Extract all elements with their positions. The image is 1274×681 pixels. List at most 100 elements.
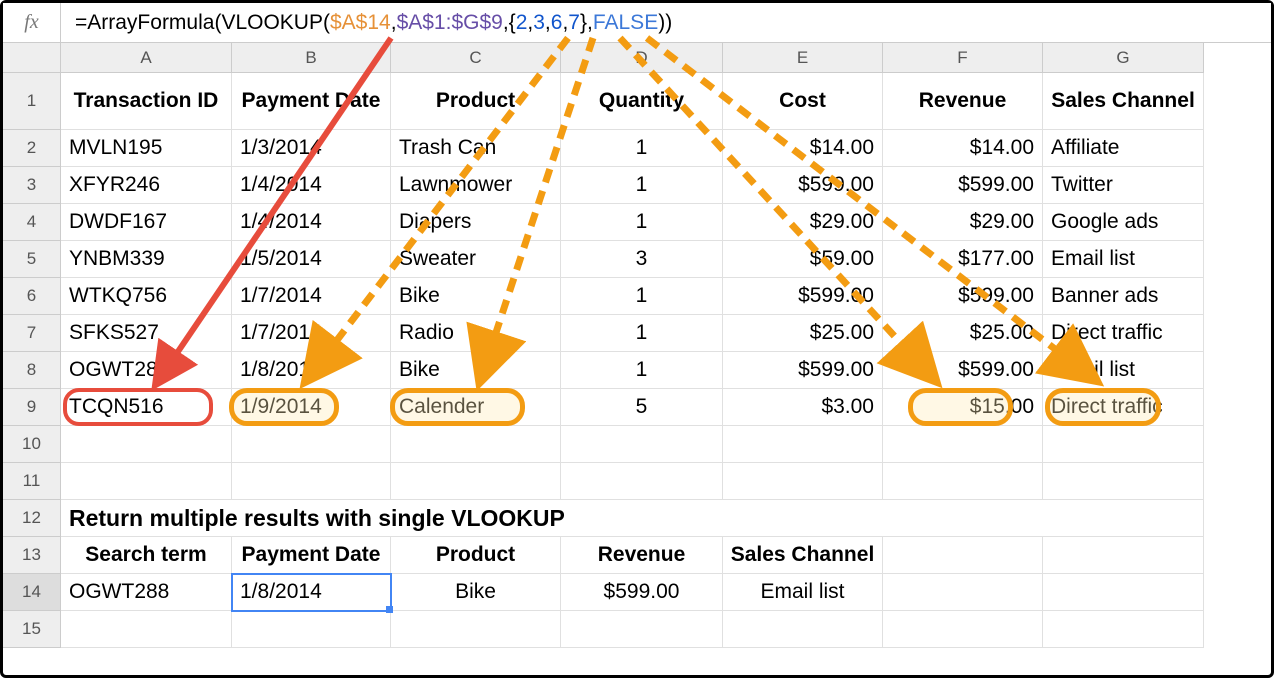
col-head-G[interactable]: G — [1043, 43, 1204, 73]
header-revenue[interactable]: Revenue — [883, 73, 1043, 130]
row-head-3[interactable]: 3 — [3, 167, 61, 204]
cell-F7[interactable]: $25.00 — [883, 315, 1043, 352]
cell-B14-active[interactable]: 1/8/2014 — [232, 574, 391, 611]
row-head-14[interactable]: 14 — [3, 574, 61, 611]
cell-B2[interactable]: 1/3/2014 — [232, 130, 391, 167]
cell-C5[interactable]: Sweater — [391, 241, 561, 278]
row-head-2[interactable]: 2 — [3, 130, 61, 167]
result-header-product[interactable]: Product — [391, 537, 561, 574]
col-head-A[interactable]: A — [61, 43, 232, 73]
cell-D14[interactable]: $599.00 — [561, 574, 723, 611]
cell-F2[interactable]: $14.00 — [883, 130, 1043, 167]
cell-B7[interactable]: 1/7/2014 — [232, 315, 391, 352]
header-payment-date[interactable]: Payment Date — [232, 73, 391, 130]
row-head-13[interactable]: 13 — [3, 537, 61, 574]
row-head-5[interactable]: 5 — [3, 241, 61, 278]
cell-D9[interactable]: 5 — [561, 389, 723, 426]
cell-G9[interactable]: Direct traffic — [1043, 389, 1204, 426]
col-head-D[interactable]: D — [561, 43, 723, 73]
cell-E4[interactable]: $29.00 — [723, 204, 883, 241]
formula-input[interactable]: =ArrayFormula(VLOOKUP($A$14,$A$1:$G$9,{2… — [61, 3, 1271, 42]
result-header-search-term[interactable]: Search term — [61, 537, 232, 574]
cell-C3[interactable]: Lawnmower — [391, 167, 561, 204]
cell-A7[interactable]: SFKS527 — [61, 315, 232, 352]
row-head-15[interactable]: 15 — [3, 611, 61, 648]
result-header-revenue[interactable]: Revenue — [561, 537, 723, 574]
cell-F6[interactable]: $599.00 — [883, 278, 1043, 315]
row-head-10[interactable]: 10 — [3, 426, 61, 463]
row-head-11[interactable]: 11 — [3, 463, 61, 500]
cell-A3[interactable]: XFYR246 — [61, 167, 232, 204]
cell-D5[interactable]: 3 — [561, 241, 723, 278]
header-sales-channel[interactable]: Sales Channel — [1043, 73, 1204, 130]
cell-A8[interactable]: OGWT288 — [61, 352, 232, 389]
cell-B3[interactable]: 1/4/2014 — [232, 167, 391, 204]
cell-G6[interactable]: Banner ads — [1043, 278, 1204, 315]
result-header-sales-channel[interactable]: Sales Channel — [723, 537, 883, 574]
cell-B5[interactable]: 1/5/2014 — [232, 241, 391, 278]
cell-G4[interactable]: Google ads — [1043, 204, 1204, 241]
col-head-B[interactable]: B — [232, 43, 391, 73]
cell-C2[interactable]: Trash Can — [391, 130, 561, 167]
cell-C7[interactable]: Radio — [391, 315, 561, 352]
cell-A6[interactable]: WTKQ756 — [61, 278, 232, 315]
cell-E9[interactable]: $3.00 — [723, 389, 883, 426]
cell-G3[interactable]: Twitter — [1043, 167, 1204, 204]
result-header-payment-date[interactable]: Payment Date — [232, 537, 391, 574]
cell-D6[interactable]: 1 — [561, 278, 723, 315]
header-product[interactable]: Product — [391, 73, 561, 130]
cell-B8[interactable]: 1/8/2014 — [232, 352, 391, 389]
cell-C14[interactable]: Bike — [391, 574, 561, 611]
cell-B6[interactable]: 1/7/2014 — [232, 278, 391, 315]
cell-A9[interactable]: TCQN516 — [61, 389, 232, 426]
cell-C8[interactable]: Bike — [391, 352, 561, 389]
fx-icon[interactable]: fx — [3, 3, 61, 42]
cell-E8[interactable]: $599.00 — [723, 352, 883, 389]
cell-D7[interactable]: 1 — [561, 315, 723, 352]
cell-C4[interactable]: Diapers — [391, 204, 561, 241]
cell-F4[interactable]: $29.00 — [883, 204, 1043, 241]
cell-A2[interactable]: MVLN195 — [61, 130, 232, 167]
row-head-8[interactable]: 8 — [3, 352, 61, 389]
row-head-4[interactable]: 4 — [3, 204, 61, 241]
cell-G7[interactable]: Direct traffic — [1043, 315, 1204, 352]
fill-handle[interactable] — [386, 606, 393, 613]
spreadsheet-grid[interactable]: A B C D E F G 1 Transaction ID Payment D… — [3, 43, 1271, 648]
cell-G5[interactable]: Email list — [1043, 241, 1204, 278]
col-head-E[interactable]: E — [723, 43, 883, 73]
row-head-1[interactable]: 1 — [3, 73, 61, 130]
cell-F3[interactable]: $599.00 — [883, 167, 1043, 204]
row-head-7[interactable]: 7 — [3, 315, 61, 352]
row-head-6[interactable]: 6 — [3, 278, 61, 315]
cell-A4[interactable]: DWDF167 — [61, 204, 232, 241]
cell-A10[interactable] — [61, 426, 232, 463]
cell-E14[interactable]: Email list — [723, 574, 883, 611]
header-quantity[interactable]: Quantity — [561, 73, 723, 130]
section-title[interactable]: Return multiple results with single VLOO… — [61, 500, 1204, 537]
cell-D3[interactable]: 1 — [561, 167, 723, 204]
cell-B9[interactable]: 1/9/2014 — [232, 389, 391, 426]
cell-F9[interactable]: $15.00 — [883, 389, 1043, 426]
row-head-9[interactable]: 9 — [3, 389, 61, 426]
cell-A14[interactable]: OGWT288 — [61, 574, 232, 611]
row-head-12[interactable]: 12 — [3, 500, 61, 537]
col-head-C[interactable]: C — [391, 43, 561, 73]
header-cost[interactable]: Cost — [723, 73, 883, 130]
cell-G2[interactable]: Affiliate — [1043, 130, 1204, 167]
cell-D4[interactable]: 1 — [561, 204, 723, 241]
cell-D8[interactable]: 1 — [561, 352, 723, 389]
col-head-F[interactable]: F — [883, 43, 1043, 73]
cell-E2[interactable]: $14.00 — [723, 130, 883, 167]
cell-E6[interactable]: $599.00 — [723, 278, 883, 315]
cell-F8[interactable]: $599.00 — [883, 352, 1043, 389]
cell-E5[interactable]: $59.00 — [723, 241, 883, 278]
cell-D2[interactable]: 1 — [561, 130, 723, 167]
cell-E3[interactable]: $599.00 — [723, 167, 883, 204]
cell-B4[interactable]: 1/4/2014 — [232, 204, 391, 241]
cell-F5[interactable]: $177.00 — [883, 241, 1043, 278]
cell-E7[interactable]: $25.00 — [723, 315, 883, 352]
cell-A5[interactable]: YNBM339 — [61, 241, 232, 278]
cell-C6[interactable]: Bike — [391, 278, 561, 315]
select-all-corner[interactable] — [3, 43, 61, 73]
cell-C9[interactable]: Calender — [391, 389, 561, 426]
